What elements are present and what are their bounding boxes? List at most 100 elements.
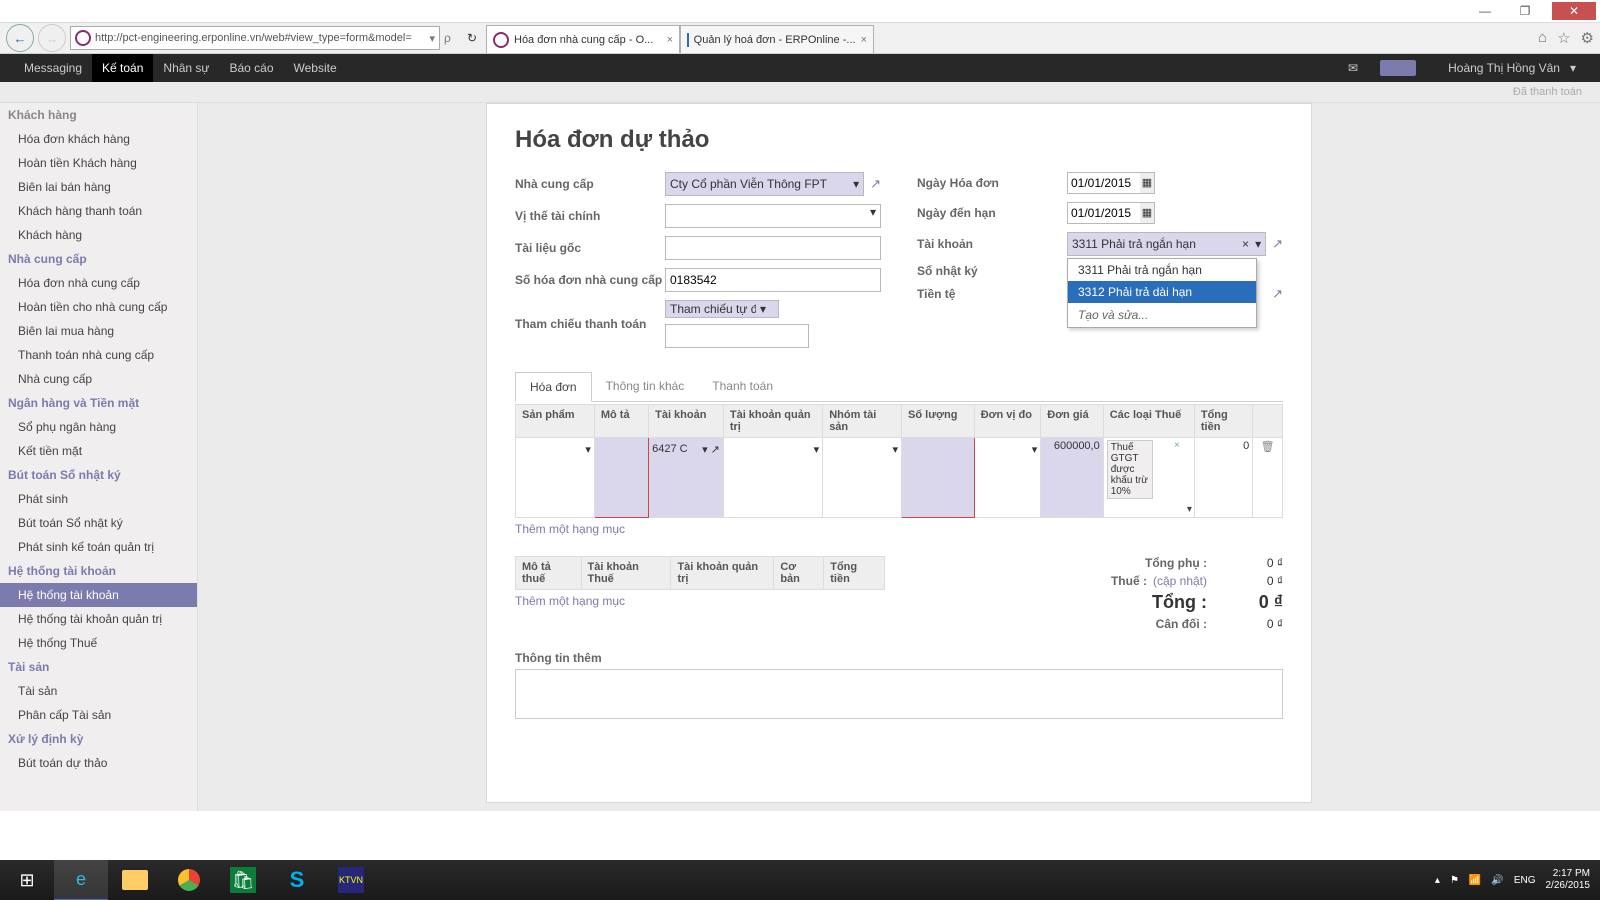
sidebar-item[interactable]: Tài sản (0, 679, 197, 703)
taskbar-ie[interactable]: e (54, 859, 108, 900)
sidebar-item-chart-accounts[interactable]: Hệ thống tài khoản (0, 583, 197, 607)
analytic-cell[interactable]: ▾ (727, 440, 819, 458)
taskbar-skype[interactable]: S (270, 860, 324, 900)
additional-info-box[interactable] (515, 669, 1283, 719)
sidebar-item[interactable]: Kết tiền mặt (0, 439, 197, 463)
sidebar-item[interactable]: Phát sinh (0, 487, 197, 511)
update-tax-link[interactable]: (cập nhật) (1153, 574, 1207, 588)
taskbar-chrome[interactable] (162, 860, 216, 900)
payref-input[interactable] (665, 324, 809, 348)
account-cell[interactable]: 6427 C▾ ↗ (652, 440, 720, 458)
sidebar-item[interactable]: Biên lai bán hàng (0, 175, 197, 199)
sidebar-item[interactable]: Hệ thống tài khoản quản trị (0, 607, 197, 631)
messages-icon[interactable]: ✉ (1338, 54, 1368, 82)
address-url[interactable]: http://pct-engineering.erponline.vn/web#… (95, 32, 425, 44)
tab-payment[interactable]: Thanh toán (698, 372, 787, 401)
window-restore[interactable]: ❐ (1512, 2, 1538, 20)
label-journal: Sổ nhật ký (917, 264, 1067, 278)
taskbar-explorer[interactable] (108, 860, 162, 900)
user-menu[interactable]: Hoàng Thị Hồng Vân ▾ (1428, 54, 1586, 82)
nav-accounting[interactable]: Kế toán (92, 54, 153, 82)
nav-messaging[interactable]: Messaging (14, 54, 92, 82)
account-select[interactable]: 3311 Phải trả ngắn hạn ×▾ (1067, 232, 1266, 256)
taskbar-app[interactable]: KTVN (324, 860, 378, 900)
external-icon[interactable]: ↗ (1272, 236, 1283, 252)
dropdown-option[interactable]: 3311 Phải trả ngắn hạn (1068, 259, 1256, 281)
tray-clock[interactable]: 2:17 PM2/26/2015 (1546, 868, 1591, 892)
browser-tab-1[interactable]: Hóa đơn nhà cung cấp - O... × (486, 25, 680, 53)
start-button[interactable]: ⊞ (0, 860, 54, 900)
tab-other[interactable]: Thông tin khác (592, 372, 699, 401)
col-price: Đơn giá (1041, 405, 1103, 438)
sidebar-item[interactable]: Hoàn tiền Khách hàng (0, 151, 197, 175)
payref-select[interactable]: Tham chiếu tự động▾ (665, 300, 779, 318)
desc-cell[interactable] (594, 438, 648, 518)
chevron-down-icon[interactable]: ▾ (1187, 504, 1192, 515)
nav-reports[interactable]: Báo cáo (219, 54, 283, 82)
sidebar-item[interactable]: Biên lai mua hàng (0, 319, 197, 343)
add-line-link[interactable]: Thêm một hạng mục (515, 518, 1283, 540)
tray-icon[interactable]: ▴ (1435, 875, 1440, 886)
sb-sec-chart: Hệ thống tài khoản (0, 559, 197, 583)
col-uom: Đơn vị đo (974, 405, 1041, 438)
tab-icon (687, 33, 689, 47)
fiscal-select[interactable]: ▾ (665, 204, 881, 228)
due-date-input[interactable]: ▦ (1067, 202, 1155, 224)
sidebar-item[interactable]: Bút toán dự thảo (0, 751, 197, 775)
favorites-icon[interactable]: ☆ (1557, 29, 1570, 47)
dropdown-create[interactable]: Tạo và sửa... (1068, 303, 1256, 327)
taskbar-store[interactable]: 🛍 (216, 860, 270, 900)
tools-icon[interactable]: ⚙ (1581, 29, 1594, 47)
qty-cell[interactable] (902, 438, 975, 518)
sidebar-item[interactable]: Bút toán Sổ nhật ký (0, 511, 197, 535)
reload-button[interactable]: ↻ (462, 31, 482, 45)
uom-cell[interactable]: ▾ (978, 440, 1038, 458)
tax-cell[interactable]: Thuế GTGT được khấu trừ 10% × ▾ (1103, 438, 1194, 518)
back-button[interactable]: ← (6, 24, 34, 52)
close-icon[interactable]: × (667, 34, 673, 46)
tab-title: Quản lý hoá đơn - ERPOnline -... (694, 34, 856, 46)
supplier-select[interactable]: Cty Cổ phần Viễn Thông FPT▾ (665, 172, 864, 196)
dropdown-option[interactable]: 3312 Phải trả dài hạn (1068, 281, 1256, 303)
add-tax-line-link[interactable]: Thêm một hạng mục (515, 590, 885, 612)
total-label: Tổng : (1152, 592, 1207, 613)
product-cell[interactable]: ▾ (519, 440, 591, 458)
sidebar-item[interactable]: Hóa đơn khách hàng (0, 127, 197, 151)
sidebar-item[interactable]: Hoàn tiền cho nhà cung cấp (0, 295, 197, 319)
external-icon[interactable]: ↗ (870, 176, 881, 192)
sidebar-item[interactable]: Khách hàng (0, 223, 197, 247)
sidebar-item[interactable]: Nhà cung cấp (0, 367, 197, 391)
tab-invoice[interactable]: Hóa đơn (515, 372, 592, 402)
source-input[interactable] (665, 236, 881, 260)
sidebar-item[interactable]: Hóa đơn nhà cung cấp (0, 271, 197, 295)
sidebar-item[interactable]: Hệ thống Thuế (0, 631, 197, 655)
sidebar-item[interactable]: Sổ phụ ngân hàng (0, 415, 197, 439)
home-icon[interactable]: ⌂ (1538, 29, 1547, 47)
nav-hr[interactable]: Nhân sự (153, 54, 219, 82)
window-close[interactable]: ✕ (1552, 2, 1596, 20)
price-cell[interactable]: 600000,0 (1041, 438, 1103, 518)
supplier-invoice-input[interactable] (665, 268, 881, 292)
sidebar-item[interactable]: Khách hàng thanh toán (0, 199, 197, 223)
asset-cell[interactable]: ▾ (826, 440, 898, 458)
tray-flag-icon[interactable]: ⚑ (1450, 875, 1459, 886)
external-icon[interactable]: ↗ (1272, 286, 1283, 302)
nav-website[interactable]: Website (284, 54, 347, 82)
invoice-date-input[interactable]: ▦ (1067, 172, 1155, 194)
tray-lang[interactable]: ENG (1514, 875, 1536, 886)
tax-remove-icon[interactable]: × (1174, 440, 1180, 451)
delete-line-icon[interactable]: 🗑 (1253, 438, 1283, 518)
clear-icon[interactable]: × (1242, 237, 1249, 251)
tray-volume-icon[interactable]: 🔊 (1491, 875, 1503, 886)
table-row[interactable]: ▾ 6427 C▾ ↗ ▾ ▾ ▾ 600000,0 Thuế GTGT đượ… (516, 438, 1283, 518)
sidebar-item[interactable]: Phân cấp Tài sản (0, 703, 197, 727)
tray-network-icon[interactable]: 📶 (1469, 875, 1481, 886)
calendar-icon[interactable]: ▦ (1140, 173, 1154, 193)
calendar-icon[interactable]: ▦ (1140, 203, 1154, 223)
sidebar-item[interactable]: Thanh toán nhà cung cấp (0, 343, 197, 367)
window-minimize[interactable]: — (1472, 2, 1498, 20)
browser-tab-2[interactable]: Quản lý hoá đơn - ERPOnline -... × (680, 25, 874, 53)
close-icon[interactable]: × (861, 34, 867, 46)
sidebar-item[interactable]: Phát sinh kế toán quản trị (0, 535, 197, 559)
forward-button[interactable]: → (38, 24, 66, 52)
